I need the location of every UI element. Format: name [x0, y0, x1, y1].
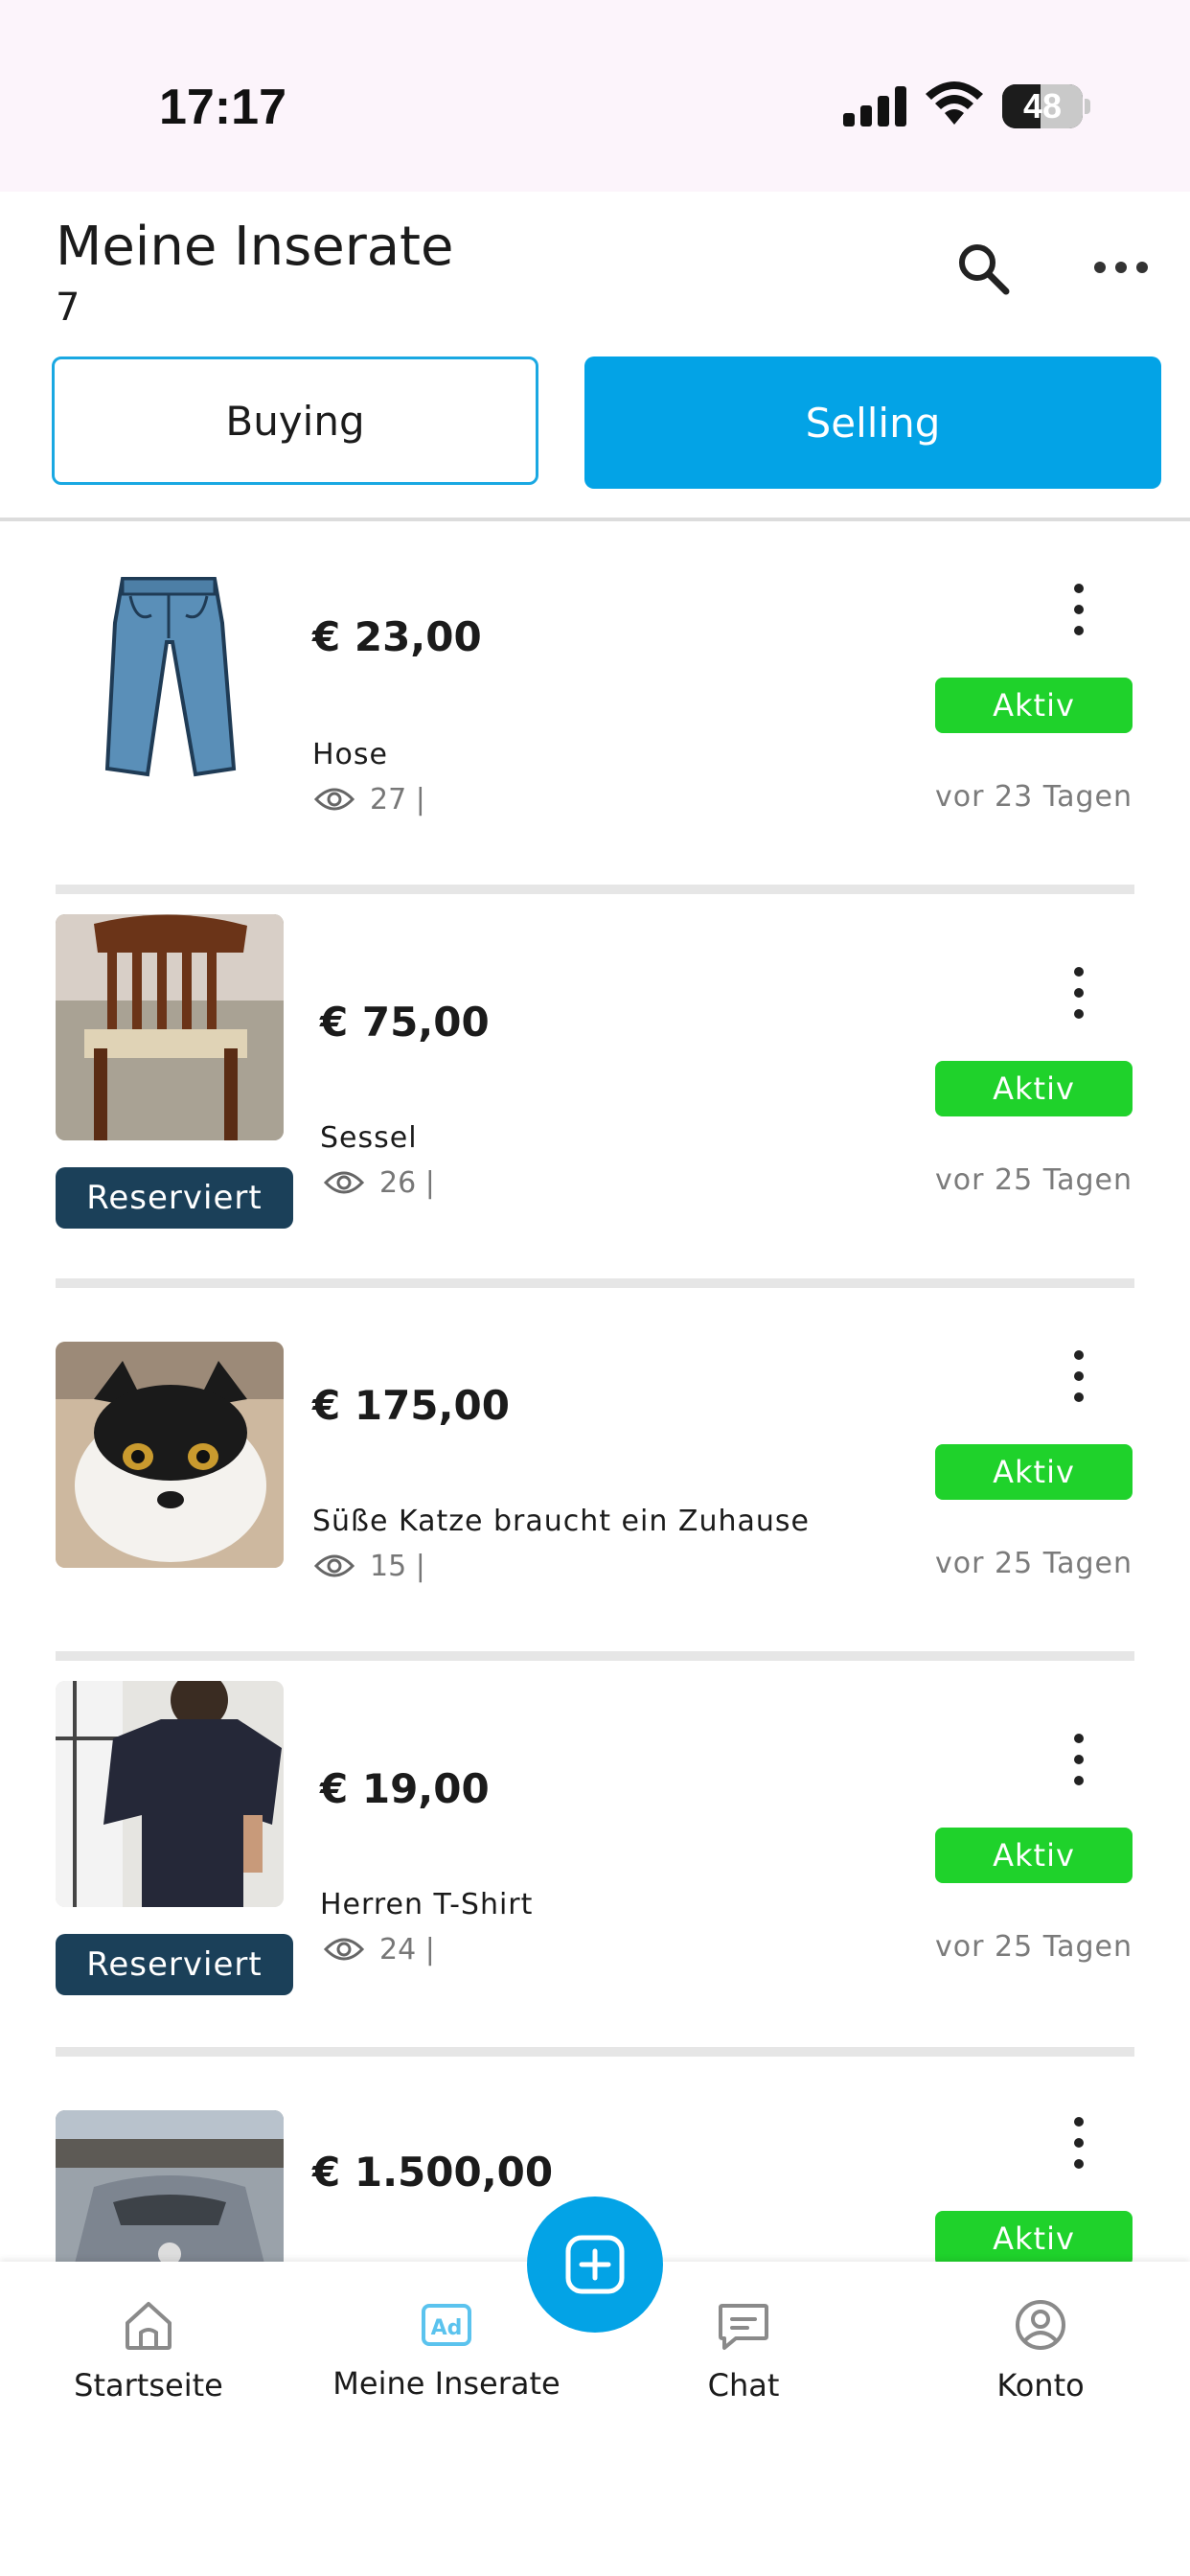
listing-price: € 19,00 — [320, 1765, 490, 1812]
listing-title: Sessel — [320, 1121, 418, 1155]
listing-count: 7 — [56, 286, 80, 330]
cat-photo — [56, 1342, 284, 1568]
listing-price: € 75,00 — [320, 999, 490, 1046]
listing-price: € 1.500,00 — [312, 2149, 554, 2196]
nav-label: Konto — [996, 2367, 1085, 2404]
listing-views: 27 | — [314, 780, 425, 818]
view-count: 24 | — [379, 1932, 435, 1966]
car-photo — [56, 2110, 284, 2264]
eye-icon — [324, 1938, 364, 1961]
kebab-menu-icon[interactable] — [1064, 1347, 1094, 1405]
eye-icon — [324, 1171, 364, 1194]
status-badge: Aktiv — [935, 1061, 1133, 1116]
listing-divider — [56, 885, 1134, 894]
listing-age: vor 25 Tagen — [935, 1163, 1133, 1197]
chat-icon — [719, 2304, 768, 2350]
home-icon — [126, 2302, 172, 2350]
view-count: 15 | — [370, 1549, 425, 1583]
listing-age: vor 25 Tagen — [935, 1930, 1133, 1964]
kebab-menu-icon[interactable] — [1064, 581, 1094, 638]
svg-text:Ad: Ad — [431, 2316, 463, 2340]
add-listing-button[interactable] — [527, 2196, 663, 2333]
more-options-icon[interactable] — [1092, 253, 1150, 282]
status-time: 17:17 — [159, 80, 286, 135]
tshirt-photo — [56, 1681, 284, 1907]
plus-icon — [565, 2235, 625, 2294]
listing-title: Hose — [312, 738, 388, 771]
jeans-image — [56, 565, 284, 792]
user-icon — [1016, 2300, 1065, 2350]
tab-selling[interactable]: Selling — [584, 356, 1161, 489]
listing-views: 24 | — [324, 1930, 435, 1968]
wifi-icon — [926, 81, 983, 125]
kebab-menu-icon[interactable] — [1064, 2114, 1094, 2172]
kebab-menu-icon[interactable] — [1064, 964, 1094, 1022]
status-badge: Aktiv — [935, 1444, 1133, 1500]
status-badge: Aktiv — [935, 1828, 1133, 1883]
kebab-menu-icon[interactable] — [1064, 1731, 1094, 1788]
header-divider — [0, 518, 1190, 521]
nav-label: Chat — [707, 2367, 780, 2404]
page-title: Meine Inserate — [56, 216, 454, 278]
tab-buying[interactable]: Buying — [52, 356, 538, 485]
status-badge: Aktiv — [935, 2211, 1133, 2266]
ad-icon: Ad — [422, 2304, 471, 2346]
listing-age: vor 25 Tagen — [935, 1547, 1133, 1580]
listing-views: 15 | — [314, 1547, 425, 1585]
battery-level: 48 — [1022, 86, 1063, 126]
listing-price: € 23,00 — [312, 613, 482, 660]
reserved-badge: Reserviert — [56, 1934, 293, 1995]
listing-title: Herren T-Shirt — [320, 1888, 534, 1921]
battery-icon: 48 — [1002, 84, 1090, 128]
reserved-badge: Reserviert — [56, 1167, 293, 1229]
status-bar: 17:17 48 — [0, 0, 1190, 192]
listing-divider — [56, 1278, 1134, 1288]
listing-age: vor 23 Tagen — [935, 780, 1133, 814]
nav-label: Startseite — [74, 2367, 223, 2404]
listing-divider — [56, 1651, 1134, 1661]
listing-title: Süße Katze braucht ein Zuhause — [312, 1505, 810, 1538]
chair-photo — [56, 914, 284, 1140]
cellular-signal-icon — [843, 86, 906, 126]
search-icon[interactable] — [954, 240, 1012, 297]
view-count: 26 | — [379, 1165, 435, 1200]
nav-konto[interactable]: Konto — [897, 2262, 1184, 2453]
listing-price: € 175,00 — [312, 1382, 510, 1429]
status-badge: Aktiv — [935, 678, 1133, 733]
nav-startseite[interactable]: Startseite — [5, 2262, 292, 2453]
nav-label: Meine Inserate — [332, 2365, 561, 2402]
eye-icon — [314, 1554, 355, 1577]
listing-divider — [56, 2047, 1134, 2057]
listing-views: 26 | — [324, 1163, 435, 1202]
eye-icon — [314, 788, 355, 811]
view-count: 27 | — [370, 782, 425, 816]
